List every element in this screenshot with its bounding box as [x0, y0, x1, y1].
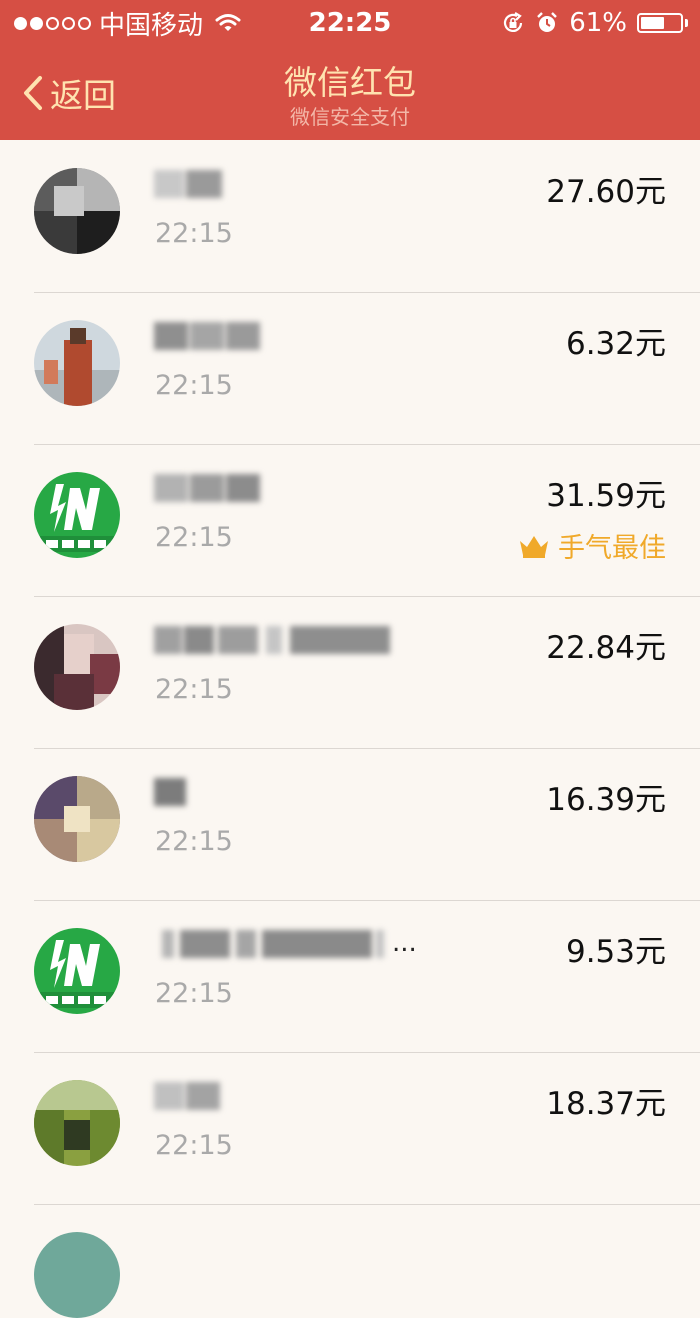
- amount: 18.37元: [546, 1086, 666, 1122]
- list-item[interactable]: 22:15 6.32元: [0, 292, 700, 444]
- amount: 6.32元: [565, 326, 666, 362]
- amount: 27.60元: [546, 174, 666, 210]
- contact-name-redacted: [154, 318, 262, 354]
- page-subtitle: 微信安全支付: [290, 105, 410, 129]
- avatar: [34, 624, 120, 710]
- battery-percent: 61%: [569, 8, 627, 38]
- amount: 22.84元: [546, 630, 666, 666]
- list-item[interactable]: 22:15 18.37元: [0, 1052, 700, 1204]
- receive-time: 22:15: [155, 826, 233, 857]
- recipient-list: 22:15 27.60元 22:15 6.32元 22:15 31.59元 手气…: [0, 140, 700, 1318]
- header: 中国移动 22:25 61% 返回 微信红包 微信安全支付: [0, 0, 700, 140]
- best-luck-label: 手气最佳: [558, 533, 666, 564]
- contact-name-redacted: [154, 1078, 222, 1114]
- name-ellipsis: ...: [392, 928, 417, 958]
- avatar: [34, 1232, 120, 1318]
- amount: 16.39元: [546, 782, 666, 818]
- list-item[interactable]: [0, 1204, 700, 1318]
- receive-time: 22:15: [155, 1130, 233, 1161]
- contact-name-redacted: [154, 166, 224, 202]
- list-item[interactable]: 22:15 22.84元: [0, 596, 700, 748]
- best-luck-badge: 手气最佳: [518, 526, 666, 565]
- receive-time: 22:15: [155, 370, 233, 401]
- list-item[interactable]: ... 22:15 9.53元: [0, 900, 700, 1052]
- receive-time: 22:15: [155, 978, 233, 1009]
- amount: 31.59元: [546, 478, 666, 514]
- avatar: [34, 320, 120, 406]
- contact-name-redacted: [154, 622, 394, 658]
- amount: 9.53元: [565, 934, 666, 970]
- battery-icon: [637, 13, 688, 33]
- list-item[interactable]: 22:15 31.59元 手气最佳: [0, 444, 700, 596]
- avatar: [34, 1080, 120, 1166]
- contact-name-redacted: [154, 774, 188, 810]
- alarm-icon: [537, 12, 558, 32]
- avatar: [34, 776, 120, 862]
- contact-name-redacted: [154, 926, 384, 962]
- list-item[interactable]: 22:15 27.60元: [0, 140, 700, 292]
- avatar: [34, 472, 120, 558]
- receive-time: 22:15: [155, 218, 233, 249]
- status-bar: 中国移动 22:25 61%: [0, 0, 700, 46]
- avatar: [34, 168, 120, 254]
- receive-time: 22:15: [155, 674, 233, 705]
- receive-time: 22:15: [155, 522, 233, 553]
- contact-name-redacted: [154, 470, 262, 506]
- rotation-lock-icon: [504, 12, 523, 32]
- crown-icon: [520, 535, 548, 558]
- list-item[interactable]: 22:15 16.39元: [0, 748, 700, 900]
- status-right-group: 61%: [501, 6, 688, 40]
- avatar: [34, 928, 120, 1014]
- page-title: 微信红包: [284, 63, 416, 102]
